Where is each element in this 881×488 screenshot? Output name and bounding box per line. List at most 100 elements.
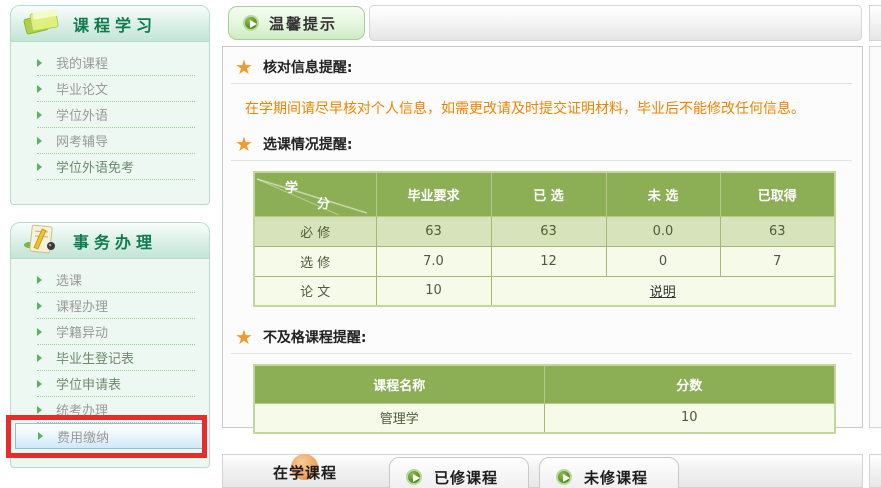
- section-heading-label: 选课情况提醒:: [263, 134, 353, 154]
- sidebar-item-online-exam-tutoring[interactable]: 网考辅导: [37, 128, 195, 154]
- tab-current-courses[interactable]: 在学课程: [253, 457, 403, 487]
- tab-label: 已修课程: [434, 467, 498, 488]
- arrow-bullet-icon: [37, 59, 42, 67]
- tab-warm-tips-label: 温馨提示: [269, 13, 337, 34]
- sidebar-item-my-courses[interactable]: 我的课程: [37, 50, 195, 76]
- row-label: 选 修: [254, 246, 376, 276]
- sidebar-item-label: 学籍异动: [56, 322, 108, 341]
- cell: 63: [491, 216, 606, 246]
- table-row: 论 文 10 说明: [254, 276, 835, 306]
- tab-label: 在学课程: [273, 462, 337, 483]
- main-content-panel: ★ 核对信息提醒: 在学期间请尽早核对个人信息，如需更改请及时提交证明材料，毕业…: [222, 46, 863, 428]
- corner-cell-credits: 学 分: [254, 172, 376, 216]
- column-header: 已取得: [720, 172, 835, 216]
- cell: 0.0: [606, 216, 720, 246]
- explanation-link[interactable]: 说明: [650, 285, 676, 300]
- panel-title: 事务办理: [73, 229, 157, 253]
- cell: 7.0: [376, 246, 491, 276]
- column-header: 已 选: [491, 172, 606, 216]
- sidebar-item-graduate-registration-form[interactable]: 毕业生登记表: [37, 345, 195, 371]
- sidebar-item-label: 费用缴纳: [57, 427, 109, 446]
- sidebar-item-degree-foreign-language[interactable]: 学位外语: [37, 102, 195, 128]
- diagonal-lines: [255, 173, 375, 215]
- sidebar-item-degree-application-form[interactable]: 学位申请表: [37, 371, 195, 397]
- section-heading-label: 核对信息提醒:: [263, 57, 353, 77]
- cell: 0: [606, 246, 720, 276]
- corner-label-bottom: 分: [317, 193, 330, 212]
- sidebar-item-student-status-change[interactable]: 学籍异动: [37, 319, 195, 345]
- arrow-bullet-icon: [37, 163, 42, 171]
- sidebar-item-label: 毕业生登记表: [56, 348, 134, 367]
- credit-summary-table: 学 分 毕业要求 已 选 未 选 已取得 必 修 63 63 0.0 63 选 …: [253, 171, 836, 307]
- sidebar-item-label: 学位外语免考: [56, 157, 134, 176]
- affairs-panel-header: 事务办理: [11, 223, 209, 259]
- arrow-bullet-icon: [37, 85, 42, 93]
- sidebar-item-label: 选课: [56, 270, 82, 289]
- cell-merged: 说明: [491, 276, 835, 306]
- column-header: 未 选: [606, 172, 720, 216]
- arrow-bullet-icon: [37, 380, 42, 388]
- course-study-panel-header: 课程学习: [11, 6, 209, 42]
- cell: 10: [376, 276, 491, 306]
- cell: 7: [720, 246, 835, 276]
- right-column-edge: [869, 46, 881, 428]
- page: 课程学习 我的课程 毕业论文 学位外语 网考辅导 学位外语免考: [0, 0, 881, 488]
- bottom-tab-strip: 在学课程 已修课程 未修课程: [222, 454, 863, 488]
- sidebar-item-unified-exam-processing[interactable]: 统考办理: [37, 397, 195, 423]
- sidebar-item-fee-payment[interactable]: 费用缴纳: [15, 423, 205, 449]
- course-study-item-list: 我的课程 毕业论文 学位外语 网考辅导 学位外语免考: [11, 42, 209, 180]
- section-heading-label: 不及格课程提醒:: [263, 327, 367, 347]
- sidebar-item-degree-language-exemption[interactable]: 学位外语免考: [37, 154, 195, 180]
- column-header: 毕业要求: [376, 172, 491, 216]
- tab-strip-filler: [369, 5, 862, 41]
- corner-label-top: 学: [285, 177, 298, 196]
- table-row: 管理学 10: [254, 403, 835, 433]
- tab-label: 未修课程: [584, 467, 648, 488]
- row-label: 论 文: [254, 276, 376, 306]
- sidebar-item-label: 课程办理: [56, 296, 108, 315]
- sidebar-item-label: 毕业论文: [56, 79, 108, 98]
- books-icon: [21, 7, 63, 41]
- table-header-row: 课程名称 分数: [254, 365, 835, 403]
- arrow-bullet-icon: [37, 111, 42, 119]
- arrow-bullet-icon: [37, 406, 42, 414]
- arrow-bullet-icon: [37, 328, 42, 336]
- star-icon: ★: [235, 134, 253, 154]
- tab-warm-tips[interactable]: 温馨提示: [228, 6, 365, 40]
- cell: 12: [491, 246, 606, 276]
- sidebar-item-graduation-thesis[interactable]: 毕业论文: [37, 76, 195, 102]
- panel-title: 课程学习: [73, 12, 157, 36]
- table-row: 选 修 7.0 12 0 7: [254, 246, 835, 276]
- sidebar-item-label: 我的课程: [56, 53, 108, 72]
- table-row: 必 修 63 63 0.0 63: [254, 216, 835, 246]
- right-column-edge: [869, 454, 881, 488]
- arrow-bullet-icon: [37, 276, 42, 284]
- sidebar-item-course-selection[interactable]: 选课: [37, 267, 195, 293]
- arrow-bullet-icon: [37, 354, 42, 362]
- section-heading-course-selection: ★ 选课情况提醒:: [231, 124, 852, 161]
- tab-completed-courses[interactable]: 已修课程: [389, 457, 529, 488]
- sidebar-item-label: 学位申请表: [56, 374, 121, 393]
- play-icon: [406, 469, 422, 485]
- cell-score: 10: [544, 403, 835, 433]
- sidebar-panel-course-study: 课程学习 我的课程 毕业论文 学位外语 网考辅导 学位外语免考: [10, 5, 210, 205]
- column-header: 分数: [544, 365, 835, 403]
- sidebar-item-label: 统考办理: [56, 400, 108, 419]
- tab-not-taken-courses[interactable]: 未修课程: [539, 457, 679, 488]
- notepad-pen-icon: [21, 223, 63, 259]
- sidebar-item-course-processing[interactable]: 课程办理: [37, 293, 195, 319]
- notice-text: 在学期间请尽早核对个人信息，如需更改请及时提交证明材料，毕业后不能修改任何信息。: [245, 98, 862, 118]
- play-icon: [556, 469, 572, 485]
- play-icon: [243, 15, 259, 31]
- row-label: 必 修: [254, 216, 376, 246]
- column-header: 课程名称: [254, 365, 544, 403]
- star-icon: ★: [235, 327, 253, 347]
- arrow-bullet-icon: [37, 302, 42, 310]
- right-column-edge: [869, 5, 881, 41]
- cell: 63: [720, 216, 835, 246]
- star-icon: ★: [235, 57, 253, 77]
- section-heading-check-info: ★ 核对信息提醒:: [231, 47, 852, 84]
- sidebar-panel-affairs: 事务办理 选课 课程办理 学籍异动 毕业生登记表 学位申请表: [10, 222, 210, 468]
- sidebar-item-label: 网考辅导: [56, 131, 108, 150]
- cell: 63: [376, 216, 491, 246]
